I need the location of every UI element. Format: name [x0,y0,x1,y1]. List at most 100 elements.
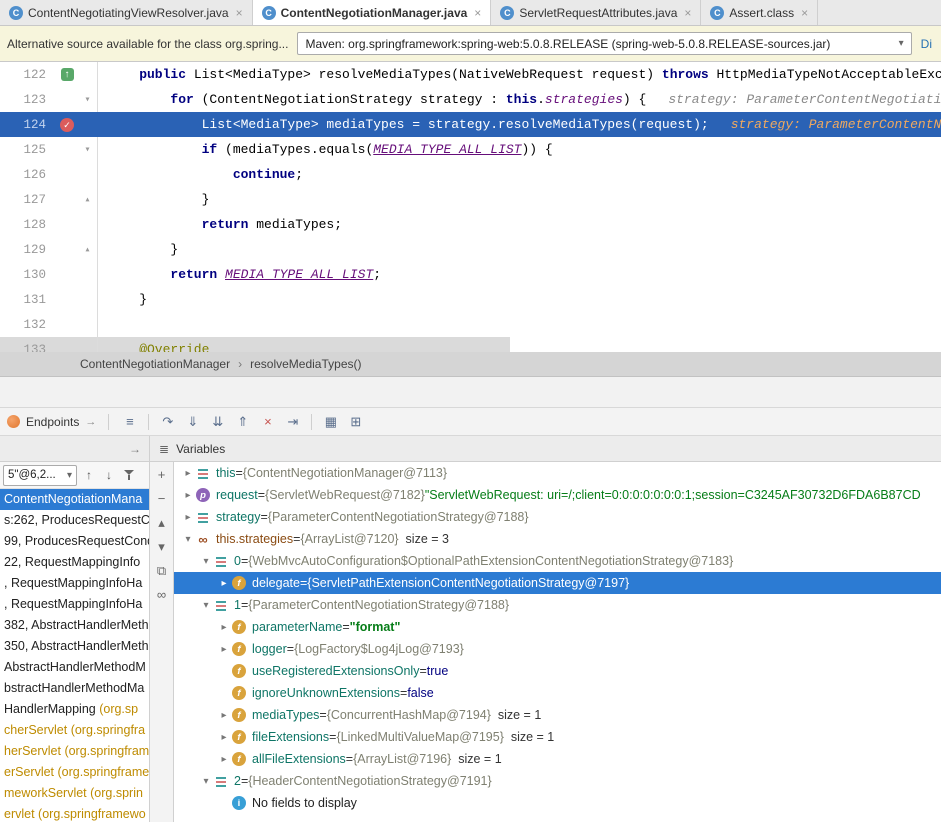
editor-tab[interactable]: CContentNegotiationManager.java× [253,0,492,25]
add-watch-icon[interactable]: + [158,467,166,482]
endpoints-tab[interactable]: Endpoints [26,415,79,429]
code-line-124[interactable]: 124✓List<MediaType> mediaTypes = strateg… [0,112,941,137]
force-step-into-icon[interactable]: ⇊ [206,412,229,432]
variable-row-ignoreUnknownExtensions[interactable]: fignoreUnknownExtensions = false [174,682,941,704]
tree-arrow[interactable]: ▸ [216,578,232,589]
code-editor[interactable]: 122↑public List<MediaType> resolveMediaT… [0,62,941,352]
disable-link[interactable]: Di [921,37,932,51]
view-grid-icon[interactable]: ▦ [319,412,342,432]
stack-frame-item[interactable]: meworkServlet (org.sprin [0,783,149,804]
tree-arrow[interactable]: ▸ [180,490,196,501]
tree-arrow[interactable]: ▸ [216,644,232,655]
stack-frame-item[interactable]: , RequestMappingInfoHa [0,573,149,594]
code-line-125[interactable]: 125▾if (mediaTypes.equals(MEDIA_TYPE_ALL… [0,137,941,162]
code-line-131[interactable]: 131} [0,287,941,312]
line-number[interactable]: 133 [0,343,56,353]
close-icon[interactable]: × [474,6,481,20]
code-line-122[interactable]: 122↑public List<MediaType> resolveMediaT… [0,62,941,87]
stack-frame-item[interactable]: , RequestMappingInfoHa [0,594,149,615]
line-number[interactable]: 127 [0,193,56,207]
stack-frame-item[interactable]: s:262, ProducesRequestCo [0,510,149,531]
line-number[interactable]: 129 [0,243,56,257]
close-icon[interactable]: × [684,6,691,20]
next-frame-icon[interactable]: ↓ [101,467,117,483]
tree-arrow[interactable]: ▸ [216,732,232,743]
breakpoint-icon[interactable]: ✓ [60,118,74,132]
line-number[interactable]: 132 [0,318,56,332]
close-icon[interactable]: × [236,6,243,20]
tree-arrow[interactable]: ▸ [216,622,232,633]
step-out-icon[interactable]: ⇑ [231,412,254,432]
line-number[interactable]: 130 [0,268,56,282]
stack-frame-item[interactable]: ContentNegotiationMana [0,489,149,510]
gutter-icon-slot[interactable]: ✓ [56,118,78,132]
tree-arrow[interactable]: ▾ [198,776,214,787]
variable-row-useRegisteredExtensionsOnly[interactable]: fuseRegisteredExtensionsOnly = true [174,660,941,682]
menu-icon[interactable]: ≡ [118,412,141,432]
move-watch-down-icon[interactable]: ▾ [158,539,165,554]
stack-frame-item[interactable]: HandlerMapping (org.sp [0,699,149,720]
step-into-icon[interactable]: ⇓ [181,412,204,432]
layout-settings-icon[interactable]: ⊞ [344,412,367,432]
editor-tab[interactable]: CContentNegotiatingViewResolver.java× [0,0,253,25]
line-number[interactable]: 125 [0,143,56,157]
tree-arrow[interactable]: ▾ [198,556,214,567]
tree-arrow[interactable]: ▸ [216,754,232,765]
stack-frame-item[interactable]: erServlet (org.springframe [0,762,149,783]
code-line-129[interactable]: 129▴} [0,237,941,262]
code-line-132[interactable]: 132 [0,312,941,337]
variable-row-strategy[interactable]: ▸strategy = {ParameterContentNegotiation… [174,506,941,528]
fold-marker[interactable]: ▾ [78,137,98,162]
focus-arrow-icon[interactable]: → [85,416,96,428]
tree-arrow[interactable]: ▸ [216,710,232,721]
fold-marker[interactable]: ▾ [78,87,98,112]
stack-frame-item[interactable]: 99, ProducesRequestCond [0,531,149,552]
stack-frame-item[interactable]: AbstractHandlerMethodM [0,657,149,678]
stack-frame-item[interactable]: cherServlet (org.springfra [0,720,149,741]
variable-row-fileExtensions[interactable]: ▸ffileExtensions = {LinkedMultiValueMap@… [174,726,941,748]
source-selector-dropdown[interactable]: Maven: org.springframework:spring-web:5.… [297,32,911,55]
tree-arrow[interactable]: ▾ [198,600,214,611]
fold-marker[interactable]: ▴ [78,187,98,212]
filter-frames-icon[interactable] [121,467,137,483]
variable-row-1[interactable]: ▾1 = {ParameterContentNegotiationStrateg… [174,594,941,616]
duplicate-watch-icon[interactable]: ⧉ [157,563,166,578]
run-to-cursor-icon[interactable]: ⇥ [281,412,304,432]
line-number[interactable]: 122 [0,68,56,82]
line-number[interactable]: 126 [0,168,56,182]
variable-row-mediaTypes[interactable]: ▸fmediaTypes = {ConcurrentHashMap@7194} … [174,704,941,726]
line-number[interactable]: 123 [0,93,56,107]
stack-frame-item[interactable]: 22, RequestMappingInfo [0,552,149,573]
thread-selector[interactable]: 5"@6,2... ▾ [3,465,77,486]
variable-row-this[interactable]: ▸this = {ContentNegotiationManager@7113} [174,462,941,484]
line-number[interactable]: 128 [0,218,56,232]
stack-frame-item[interactable]: 382, AbstractHandlerMeth [0,615,149,636]
stack-frame-item[interactable]: bstractHandlerMethodMa [0,678,149,699]
tree-arrow[interactable]: ▾ [180,534,196,545]
tree-arrow[interactable]: ▸ [180,468,196,479]
breadcrumb-item[interactable]: ContentNegotiationManager [80,357,230,371]
gutter-icon-slot[interactable]: ↑ [56,68,78,81]
prev-frame-icon[interactable]: ↑ [81,467,97,483]
variable-row-request[interactable]: ▸prequest = {ServletWebRequest@7182} "Se… [174,484,941,506]
tree-arrow[interactable]: ▸ [180,512,196,523]
code-line-126[interactable]: 126continue; [0,162,941,187]
variable-row-delegate[interactable]: ▸fdelegate = {ServletPathExtensionConten… [174,572,941,594]
editor-tab[interactable]: CServletRequestAttributes.java× [491,0,701,25]
line-number[interactable]: 131 [0,293,56,307]
code-line-123[interactable]: 123▾for (ContentNegotiationStrategy stra… [0,87,941,112]
breadcrumb-item[interactable]: resolveMediaTypes() [250,357,361,371]
stack-frame-item[interactable]: 350, AbstractHandlerMetho [0,636,149,657]
hamburger-icon[interactable]: ≣ [159,442,169,456]
show-watches-icon[interactable]: ∞ [157,587,166,602]
code-line-128[interactable]: 128return mediaTypes; [0,212,941,237]
code-line-127[interactable]: 127▴} [0,187,941,212]
hide-panel-icon[interactable]: → [129,442,141,456]
drop-frame-icon[interactable]: × [256,412,279,432]
close-icon[interactable]: × [801,6,808,20]
variable-row-this.strategies[interactable]: ▾∞this.strategies = {ArrayList@7120} siz… [174,528,941,550]
variable-row-2[interactable]: ▾2 = {HeaderContentNegotiationStrategy@7… [174,770,941,792]
implements-icon[interactable]: ↑ [61,68,74,81]
move-watch-up-icon[interactable]: ▴ [158,515,165,530]
fold-marker[interactable]: ▴ [78,237,98,262]
